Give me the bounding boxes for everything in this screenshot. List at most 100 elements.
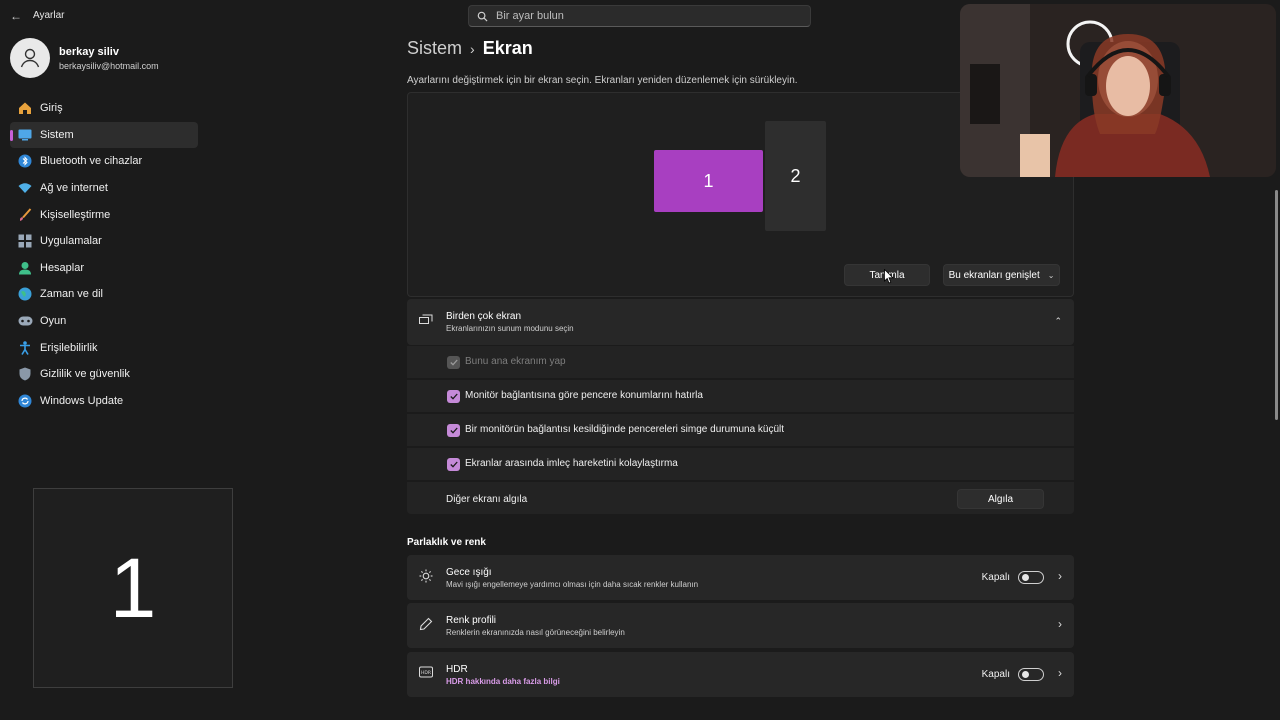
hdr-row[interactable]: HDR HDR HDR hakkında daha fazla bilgi Ka… [407,652,1074,697]
sidebar-item-label: Uygulamalar [40,235,102,248]
color-profile-subtitle: Renklerin ekranınızda nasıl görüneceğini… [446,628,625,637]
night-light-subtitle: Mavi ışığı engellemeye yardımcı olması i… [446,580,699,589]
sidebar-item-windows-update[interactable]: Windows Update [10,388,198,415]
search-box[interactable] [468,5,811,27]
sidebar-item-network[interactable]: Ağ ve internet [10,175,198,202]
extend-displays-dropdown[interactable]: Bu ekranları genişlet ⌄ [943,264,1060,286]
app-title: Ayarlar [33,10,65,21]
page-title: Ekran [482,38,533,58]
night-light-state: Kapalı [981,572,1010,583]
color-profile-title: Renk profili [446,615,497,626]
multiple-displays-header[interactable]: Birden çok ekran Ekranlarınızın sunum mo… [407,299,1074,345]
chevron-right-icon: › [1058,617,1062,631]
checkbox-ease-cursor-movement[interactable] [447,458,460,471]
home-icon [17,100,33,116]
breadcrumb-parent[interactable]: Sistem [407,38,462,59]
chevron-right-icon: › [1058,666,1062,680]
sidebar-item-label: Giriş [40,102,63,115]
option-label: Bunu ana ekranım yap [465,356,566,367]
detect-button[interactable]: Algıla [957,489,1044,509]
sidebar-item-label: Kişiselleştirme [40,208,111,221]
network-icon [17,180,33,196]
sidebar-item-accessibility[interactable]: Erişilebilirlik [10,334,198,361]
sidebar-item-label: Windows Update [40,394,124,407]
option-label: Bir monitörün bağlantısı kesildiğinde pe… [465,424,785,435]
option-ease-cursor-movement[interactable]: Ekranlar arasında imleç hareketini kolay… [407,447,1074,480]
chevron-right-icon: › [1058,569,1062,583]
sidebar-item-label: Bluetooth ve cihazlar [40,155,143,168]
monitor-1[interactable]: 1 [654,150,763,212]
sidebar-item-label: Oyun [40,315,67,328]
multiple-displays-subtitle: Ekranlarınızın sunum modunu seçin [446,324,574,333]
checkbox-minimize-on-disconnect[interactable] [447,424,460,437]
detect-other-display-row: Diğer ekranı algıla Algıla [407,481,1074,514]
checkmark-icon [449,393,458,400]
webcam-overlay [960,4,1276,177]
bluetooth-icon [17,153,33,169]
hdr-state: Kapalı [981,669,1010,680]
webcam-person-image [960,4,1276,177]
back-arrow-icon[interactable]: ← [8,8,24,24]
hdr-learn-more-link[interactable]: HDR hakkında daha fazla bilgi [446,677,560,686]
option-make-main-display: Bunu ana ekranım yap [407,345,1074,378]
sidebar-item-gaming[interactable]: Oyun [10,308,198,335]
chevron-right-icon: › [470,40,475,57]
identify-display-overlay: 1 [33,488,233,688]
detect-other-display-label: Diğer ekranı algıla [446,494,528,505]
user-icon [20,48,40,68]
sidebar-item-privacy[interactable]: Gizlilik ve güvenlik [10,361,198,388]
option-label: Monitör bağlantısına göre pencere konuml… [465,390,703,401]
extend-displays-label: Bu ekranları genişlet [948,269,1040,281]
chevron-down-icon: ⌄ [1047,270,1055,280]
checkbox-make-main-display [447,356,460,369]
sun-icon [419,569,433,583]
avatar [10,38,50,78]
chevron-up-icon[interactable]: ⌃ [1054,316,1062,327]
sidebar-item-personalization[interactable]: Kişiselleştirme [10,201,198,228]
night-light-title: Gece ışığı [446,567,492,578]
sidebar-item-system[interactable]: Sistem [10,121,198,149]
account-icon [17,260,33,276]
checkmark-icon [449,427,458,434]
multiple-displays-icon [419,314,433,324]
sidebar-nav: Giriş Sistem Bluetooth ve cihazlar Ağ ve… [10,95,198,414]
sidebar-item-time-language[interactable]: Zaman ve dil [10,281,198,308]
checkmark-icon [449,461,458,468]
search-icon [477,11,488,22]
accessibility-icon [17,340,33,356]
svg-text:HDR: HDR [421,670,431,676]
sidebar-item-label: Zaman ve dil [40,288,103,301]
night-light-row[interactable]: Gece ışığı Mavi ışığı engellemeye yardım… [407,555,1074,600]
profile-email: berkaysiliv@hotmail.com [59,60,159,71]
user-profile[interactable]: berkay siliv berkaysiliv@hotmail.com [10,38,159,78]
sidebar-item-apps[interactable]: Uygulamalar [10,228,198,255]
hdr-icon: HDR [419,666,433,678]
apps-icon [17,233,33,249]
gamepad-icon [17,313,33,329]
multiple-displays-title: Birden çok ekran [446,311,522,322]
hdr-title: HDR [446,664,468,675]
monitor-2[interactable]: 2 [765,121,826,231]
shield-icon [17,366,33,382]
scrollbar[interactable] [1275,190,1278,420]
sidebar-item-accounts[interactable]: Hesaplar [10,255,198,282]
sidebar-item-home[interactable]: Giriş [10,95,198,122]
option-remember-window-positions[interactable]: Monitör bağlantısına göre pencere konuml… [407,379,1074,412]
checkbox-remember-window-positions[interactable] [447,390,460,403]
breadcrumb: Sistem › Ekran [407,38,533,59]
brush-icon [17,207,33,223]
hdr-toggle[interactable] [1018,668,1044,681]
update-icon [17,393,33,409]
search-input[interactable] [496,10,786,22]
color-profile-row[interactable]: Renk profili Renklerin ekranınızda nasıl… [407,603,1074,648]
system-icon [17,127,33,143]
profile-name: berkay siliv [59,45,119,58]
brightness-section-title: Parlaklık ve renk [407,537,486,548]
sidebar-item-bluetooth[interactable]: Bluetooth ve cihazlar [10,148,198,175]
sidebar-item-label: Sistem [40,128,74,141]
eyedropper-icon [419,617,433,631]
option-label: Ekranlar arasında imleç hareketini kolay… [465,458,678,469]
option-minimize-on-disconnect[interactable]: Bir monitörün bağlantısı kesildiğinde pe… [407,413,1074,446]
globe-icon [17,286,33,302]
night-light-toggle[interactable] [1018,571,1044,584]
